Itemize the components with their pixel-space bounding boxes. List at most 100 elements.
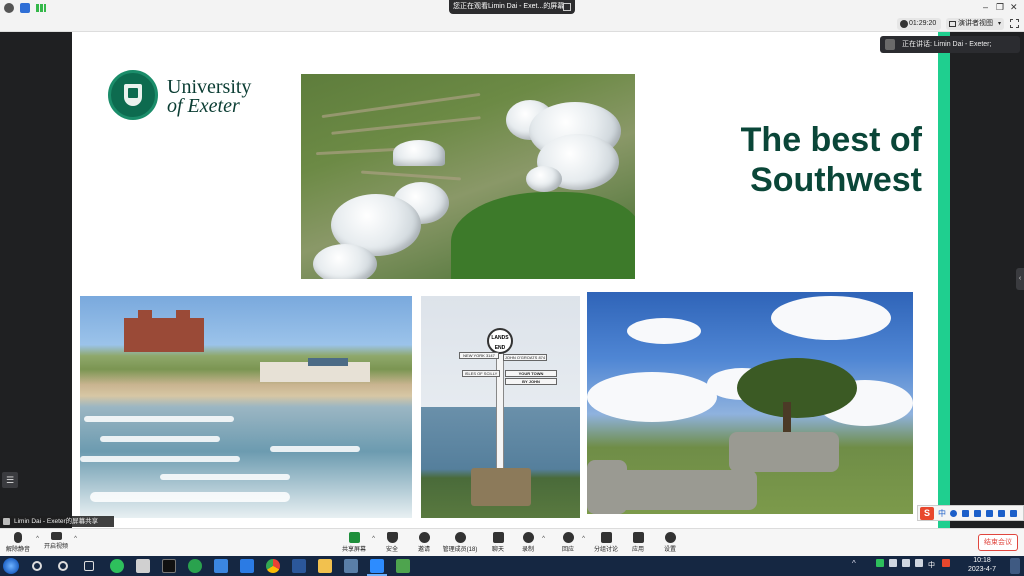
notification-icon[interactable] [1010, 558, 1020, 574]
search-icon[interactable] [32, 561, 42, 571]
taskbar-date[interactable]: 2023-4-7 [962, 566, 1002, 573]
mic-icon[interactable] [974, 510, 981, 517]
participants-icon [454, 532, 466, 543]
photos-icon[interactable] [344, 559, 358, 573]
wave [100, 436, 220, 442]
minimize-icon[interactable]: – [983, 2, 988, 13]
signpost-arm: JOHN O'GROATS 874 [503, 354, 547, 361]
wechat-tray-icon[interactable] [876, 559, 884, 567]
ime-mode[interactable]: 中 [938, 508, 946, 519]
shield-icon[interactable] [20, 3, 30, 13]
volume-icon[interactable] [902, 559, 910, 567]
cortana-icon[interactable] [58, 561, 68, 571]
university-crest-logo [108, 70, 158, 120]
share-screen-icon [348, 532, 360, 543]
apps-button[interactable]: 应用 [628, 531, 648, 555]
share-screen-label: 共享屏幕 [341, 547, 366, 553]
invite-button[interactable]: 邀请 [414, 531, 434, 555]
share-banner[interactable]: 您正在观看Limin Dai - Exet...的屏幕 [449, 0, 575, 14]
hotel-tower [138, 310, 152, 322]
fistral-beach-photo [80, 296, 412, 518]
windows-start-icon[interactable] [3, 558, 19, 574]
reactions-button[interactable]: 回应 ^ [558, 531, 585, 555]
security-button[interactable]: 安全 [382, 531, 402, 555]
word-icon[interactable] [292, 559, 306, 573]
manage-participants-label: 管理成员(18) [442, 547, 478, 553]
chat-button[interactable]: 聊天 [488, 531, 508, 555]
chrome-icon[interactable] [266, 559, 280, 573]
apps-label: 应用 [631, 547, 644, 553]
gear-icon [664, 532, 676, 543]
network-icon[interactable] [915, 559, 923, 567]
end-meeting-button[interactable]: 结束会议 [978, 534, 1018, 551]
app-window: 您正在观看Limin Dai - Exet...的屏幕 – ❐ ✕ 01:29:… [0, 0, 1024, 576]
speaker-view-button[interactable]: 演讲者视图 ▾ [946, 18, 1004, 30]
record-button[interactable]: 录制 ^ [518, 531, 545, 555]
list-icon[interactable]: ☰ [2, 472, 18, 488]
signal-icon[interactable] [36, 4, 46, 12]
beach-roof [308, 358, 348, 366]
chevron-up-icon[interactable]: ^ [74, 536, 77, 542]
sogou-tray-icon[interactable] [942, 559, 950, 567]
notepad-icon[interactable] [396, 559, 410, 573]
task-view-icon[interactable] [84, 561, 94, 571]
restore-icon[interactable]: ❐ [996, 2, 1004, 13]
cloud [627, 318, 701, 344]
eden-project-photo [301, 74, 635, 279]
speaker-view-label: 演讲者视图 [958, 20, 993, 27]
meeting-timer: 01:29:20 [897, 18, 941, 30]
slide-title: The best of Southwest [740, 121, 922, 199]
start-video-button[interactable]: 开启视频 ^ [42, 531, 77, 555]
chevron-up-icon[interactable]: ^ [36, 536, 39, 542]
upwork-icon[interactable] [188, 559, 202, 573]
share-screen-button[interactable]: 共享屏幕 ^ [340, 531, 375, 555]
apps-grid-icon [632, 532, 644, 543]
start-video-label: 开启视频 [43, 544, 68, 550]
chevron-up-icon[interactable]: ^ [372, 536, 375, 542]
pen-icon[interactable] [214, 559, 228, 573]
monitor-icon [3, 518, 10, 525]
dome [526, 166, 562, 192]
close-icon[interactable]: ✕ [1010, 2, 1018, 13]
chevron-up-icon[interactable]: ^ [582, 536, 585, 542]
ime-toolbar[interactable]: S 中 [917, 505, 1024, 521]
hotel-tower [176, 310, 190, 322]
granite-rock [617, 470, 757, 510]
fullscreen-icon[interactable] [1010, 19, 1019, 28]
wechat-icon[interactable] [110, 559, 124, 573]
moon-icon[interactable] [950, 510, 957, 517]
settings-button[interactable]: 设置 [660, 531, 680, 555]
info-icon[interactable] [4, 3, 14, 13]
cloud-icon[interactable] [889, 559, 897, 567]
zoom-icon[interactable] [367, 559, 387, 576]
star-app-icon[interactable] [240, 559, 254, 573]
keyboard-icon[interactable] [986, 510, 993, 517]
active-speaker-text: 正在讲话: Limin Dai - Exeter; [902, 41, 992, 48]
skin-icon[interactable] [998, 510, 1005, 517]
chat-label: 聊天 [491, 547, 504, 553]
terminal-icon[interactable] [162, 559, 176, 573]
manage-participants-button[interactable]: 管理成员(18) [441, 531, 479, 555]
dome [393, 140, 445, 166]
chevron-up-icon[interactable]: ^ [852, 559, 856, 568]
chevron-up-icon[interactable]: ^ [542, 536, 545, 542]
lands-end-signpost-photo: LANDS END NEW YORK 3147 JOHN O'GROATS 87… [421, 296, 580, 518]
slide-accent-bar [938, 32, 950, 528]
share-banner-text: 您正在观看Limin Dai - Exet...的屏幕 [453, 3, 565, 10]
grid-icon[interactable] [1010, 510, 1017, 517]
wave [270, 446, 360, 452]
reactions-label: 回应 [561, 547, 574, 553]
invite-user-icon [418, 532, 430, 543]
punct-icon[interactable] [962, 510, 969, 517]
taskbar-time[interactable]: 10:18 [962, 557, 1002, 564]
view-options-icon[interactable] [563, 3, 571, 11]
sogou-logo-icon[interactable]: S [920, 507, 934, 520]
breakout-rooms-button[interactable]: 分组讨论 [593, 531, 619, 555]
hill [451, 192, 635, 279]
calculator-icon[interactable] [136, 559, 150, 573]
shared-slide: University of Exeter The best of Southwe… [72, 32, 950, 528]
unmute-button[interactable]: 解除静音 ^ [4, 531, 39, 555]
file-explorer-icon[interactable] [318, 559, 332, 573]
chevron-left-icon[interactable]: ‹ [1016, 268, 1024, 290]
input-language[interactable]: 中 [928, 560, 935, 570]
